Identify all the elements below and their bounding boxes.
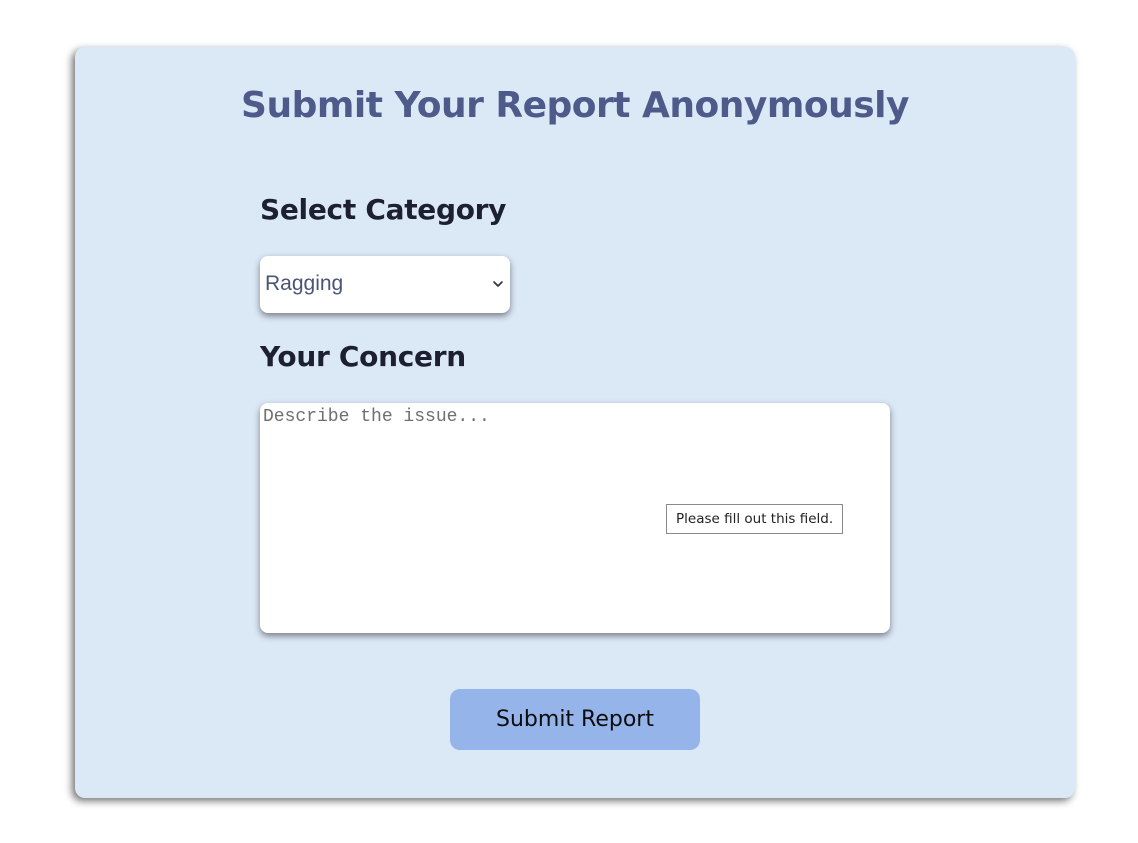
chevron-down-icon [491, 277, 505, 291]
category-label: Select Category [260, 193, 507, 226]
category-select[interactable]: Ragging [260, 256, 510, 313]
submit-report-button[interactable]: Submit Report [450, 689, 700, 750]
validation-tooltip: Please fill out this field. [666, 504, 844, 534]
category-select-value: Ragging [265, 272, 344, 295]
concern-label: Your Concern [260, 340, 466, 373]
page-title: Submit Your Report Anonymously [241, 85, 909, 126]
report-form-card: Submit Your Report Anonymously Select Ca… [75, 47, 1075, 798]
